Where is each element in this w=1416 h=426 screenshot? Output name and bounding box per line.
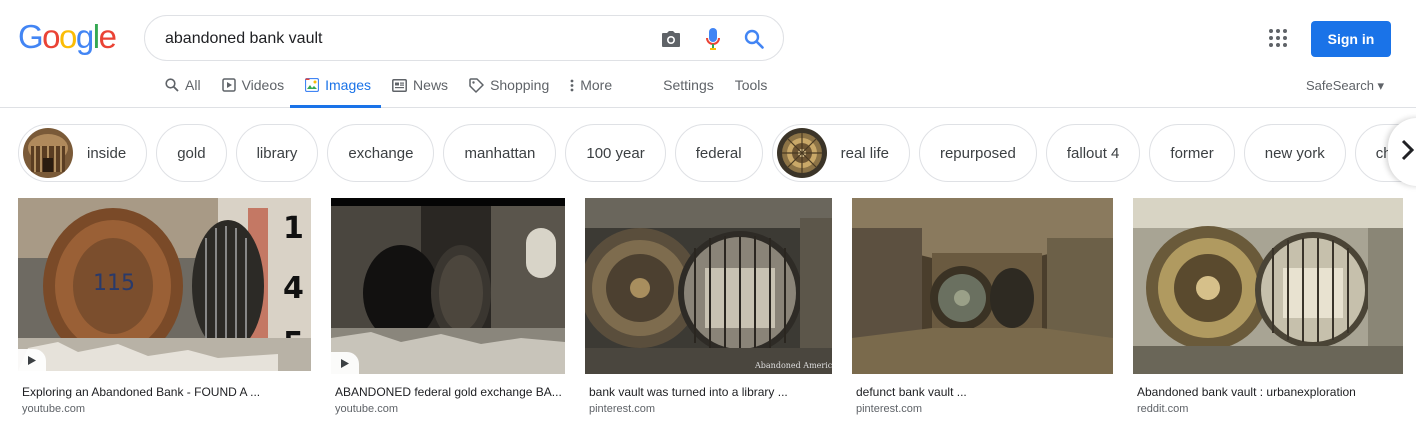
logo-letter: o [42,18,60,55]
logo-letter: e [98,18,117,55]
tab-label: Settings [663,77,714,93]
tab-label: News [413,77,449,93]
tag-icon [469,77,484,93]
chip-federal[interactable]: federal [674,124,763,182]
tab-settings[interactable]: Settings [660,70,722,100]
chip-former[interactable]: former [1149,124,1235,182]
result-thumbnail: 1 4 5 115 [18,198,311,371]
chip-exchange[interactable]: exchange [327,124,435,182]
more-vert-icon [570,79,574,92]
chevron-right-icon [1400,139,1415,166]
apps-grid-icon[interactable] [1268,28,1290,50]
play-icon [18,349,46,371]
result-source: reddit.com [1137,403,1189,415]
result-thumbnail [1133,198,1403,374]
tab-videos[interactable]: Videos [219,70,293,100]
result-title: Exploring an Abandoned Bank - FOUND A ..… [22,385,261,399]
chip-new-york[interactable]: new york [1243,124,1346,182]
sign-in-button[interactable]: Sign in [1311,21,1391,57]
chip-label: inside [87,144,127,162]
chip-manhattan[interactable]: manhattan [443,124,557,182]
chip-label: former [1170,144,1214,162]
svg-text:1: 1 [283,211,304,246]
svg-text:4: 4 [283,271,304,306]
news-icon [392,78,407,92]
tab-label: Videos [241,77,285,93]
chip-thumbnail [23,128,73,178]
chip-100-year[interactable]: 100 year [565,124,666,182]
chip-label: 100 year [586,144,645,162]
chip-label: exchange [348,144,414,162]
result-title: bank vault was turned into a library ... [589,385,788,399]
result-source: pinterest.com [856,403,923,415]
search-box [144,15,784,61]
chip-repurposed[interactable]: repurposed [918,124,1037,182]
result-title: Abandoned bank vault : urbanexploration [1137,385,1356,399]
microphone-icon[interactable] [701,27,725,51]
tab-label: More [580,77,613,93]
result-source: youtube.com [335,403,398,415]
logo-letter: G [18,18,44,55]
tab-label: Images [325,77,372,93]
tab-label: Shopping [490,77,550,93]
tab-label: All [185,77,201,93]
header: Google Sign in All Videos [0,0,1416,108]
tab-label: Tools [734,77,768,93]
chip-label: federal [695,144,742,162]
result-source: pinterest.com [589,403,656,415]
safesearch-dropdown[interactable]: SafeSearch ▾ [1306,78,1384,94]
svg-text:115: 115 [93,271,135,296]
tab-all[interactable]: All [162,70,209,100]
search-input[interactable] [165,27,645,51]
chip-fallout-4[interactable]: fallout 4 [1045,124,1141,182]
play-icon [221,78,236,92]
tab-tools[interactable]: Tools [732,70,776,100]
tab-shopping[interactable]: Shopping [466,70,557,100]
search-icon [165,78,179,92]
result-source: youtube.com [22,403,85,415]
image-icon [305,78,320,92]
result-title: defunct bank vault ... [856,385,967,399]
search-icon[interactable] [742,27,766,51]
logo-letter: o [59,18,77,55]
chip-label: gold [177,144,206,162]
tab-news[interactable]: News [389,70,456,100]
related-searches-chips: inside gold library exchange manhattan 1… [18,124,1416,182]
chip-label: real life [840,144,889,162]
result-title: ABANDONED federal gold exchange BA... [335,385,562,399]
result-thumbnail [331,198,565,374]
chip-label: repurposed [939,144,1016,162]
logo-letter: g [75,18,94,55]
chip-inside[interactable]: inside [18,124,148,182]
google-logo[interactable]: Google [18,17,117,57]
chip-label: manhattan [464,144,536,162]
chip-label: new york [1264,144,1325,162]
chip-label: fallout 4 [1066,144,1120,162]
chip-real-life[interactable]: real life [771,124,910,182]
result-thumbnail: Abandoned America [585,198,832,374]
camera-icon[interactable] [659,27,683,51]
chip-thumbnail [776,128,827,178]
tab-more[interactable]: More [567,70,620,100]
search-tabs: All Videos Images News Shopping More Set… [162,70,785,108]
play-icon [331,352,359,374]
chip-label: library [256,144,298,162]
chip-library[interactable]: library [235,124,319,182]
result-thumbnail [852,198,1113,374]
chip-gold[interactable]: gold [156,124,227,182]
tab-images[interactable]: Images [290,70,381,108]
image-watermark: Abandoned America [754,361,832,370]
